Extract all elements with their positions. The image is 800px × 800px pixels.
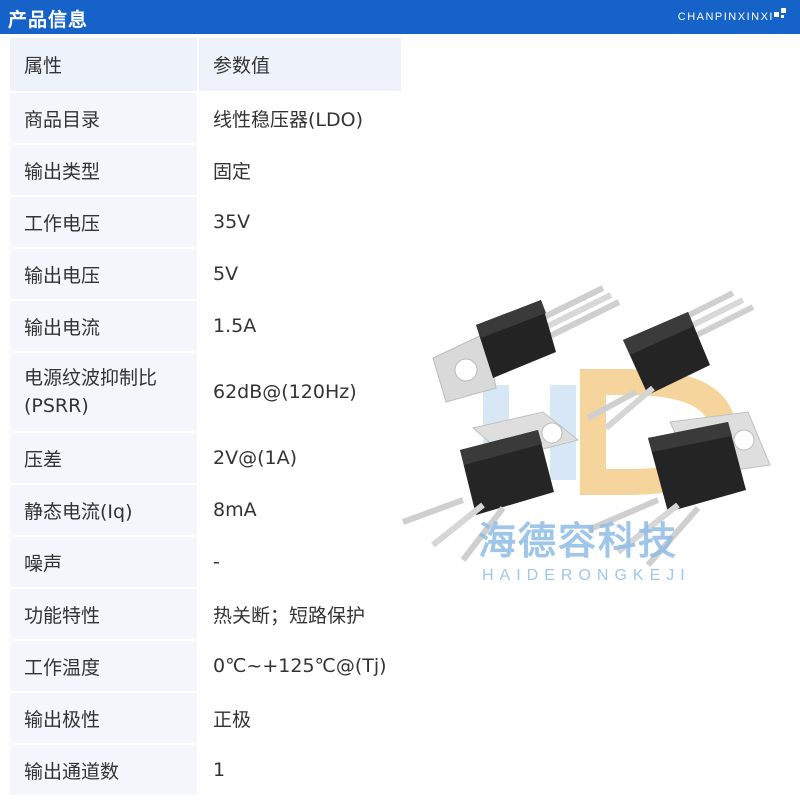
- row-key: 输出通道数: [10, 744, 199, 797]
- row-key: 输出极性: [10, 692, 199, 745]
- row-key: 输出类型: [10, 144, 199, 197]
- row-value: -: [198, 536, 403, 589]
- row-key: 压差: [10, 432, 199, 485]
- table-row: 工作电压 35V: [10, 196, 403, 249]
- table-row: 电源纹波抑制比(PSRR) 62dB@(120Hz): [10, 352, 403, 433]
- row-key: 噪声: [10, 536, 199, 589]
- row-key: 静态电流(Iq): [10, 484, 199, 537]
- row-value: 线性稳压器(LDO): [198, 92, 403, 145]
- row-value: 2V@(1A): [198, 432, 403, 485]
- row-value: 热关断；短路保护: [198, 588, 403, 641]
- row-key: 功能特性: [10, 588, 199, 641]
- table-row: 压差 2V@(1A): [10, 432, 403, 485]
- table-row: 工作温度 0℃~+125℃@(Tj): [10, 640, 403, 693]
- row-value: 35V: [198, 196, 403, 249]
- table-row: 输出通道数 1: [10, 744, 403, 797]
- spec-table-header: 属性 参数值: [10, 38, 403, 93]
- decorative-squares-icon: [774, 8, 788, 22]
- row-key: 工作电压: [10, 196, 199, 249]
- row-value: 正极: [198, 692, 403, 745]
- table-row: 输出电压 5V: [10, 248, 403, 301]
- column-header-value: 参数值: [198, 38, 403, 93]
- row-key: 商品目录: [10, 92, 199, 145]
- row-value: 5V: [198, 248, 403, 301]
- table-row: 噪声 -: [10, 536, 403, 589]
- table-row: 输出电流 1.5A: [10, 300, 403, 353]
- section-header: 产品信息 CHANPINXINXI: [0, 0, 800, 34]
- table-row: 功能特性 热关断；短路保护: [10, 588, 403, 641]
- row-value: 0℃~+125℃@(Tj): [198, 640, 403, 693]
- table-row: 输出极性 正极: [10, 692, 403, 745]
- spec-table: 属性 参数值 商品目录 线性稳压器(LDO) 输出类型 固定 工作电压 35V …: [10, 38, 403, 797]
- row-value: 1: [198, 744, 403, 797]
- row-key: 输出电流: [10, 300, 199, 353]
- row-value: 固定: [198, 144, 403, 197]
- row-key: 电源纹波抑制比(PSRR): [10, 352, 199, 433]
- row-key: 输出电压: [10, 248, 199, 301]
- section-subtitle: CHANPINXINXI: [677, 11, 774, 23]
- watermark-text-cn: 海德容科技: [478, 519, 678, 563]
- column-header-attribute: 属性: [10, 38, 199, 93]
- row-value: 62dB@(120Hz): [198, 352, 403, 433]
- product-image: 海德容科技 HAIDERONGKEJI: [401, 285, 771, 584]
- watermark-text-en: HAIDERONGKEJI: [482, 567, 691, 584]
- table-row: 商品目录 线性稳压器(LDO): [10, 92, 403, 145]
- row-key: 工作温度: [10, 640, 199, 693]
- row-value: 1.5A: [198, 300, 403, 353]
- row-value: 8mA: [198, 484, 403, 537]
- table-row: 静态电流(Iq) 8mA: [10, 484, 403, 537]
- section-title: 产品信息: [8, 9, 89, 31]
- table-row: 输出类型 固定: [10, 144, 403, 197]
